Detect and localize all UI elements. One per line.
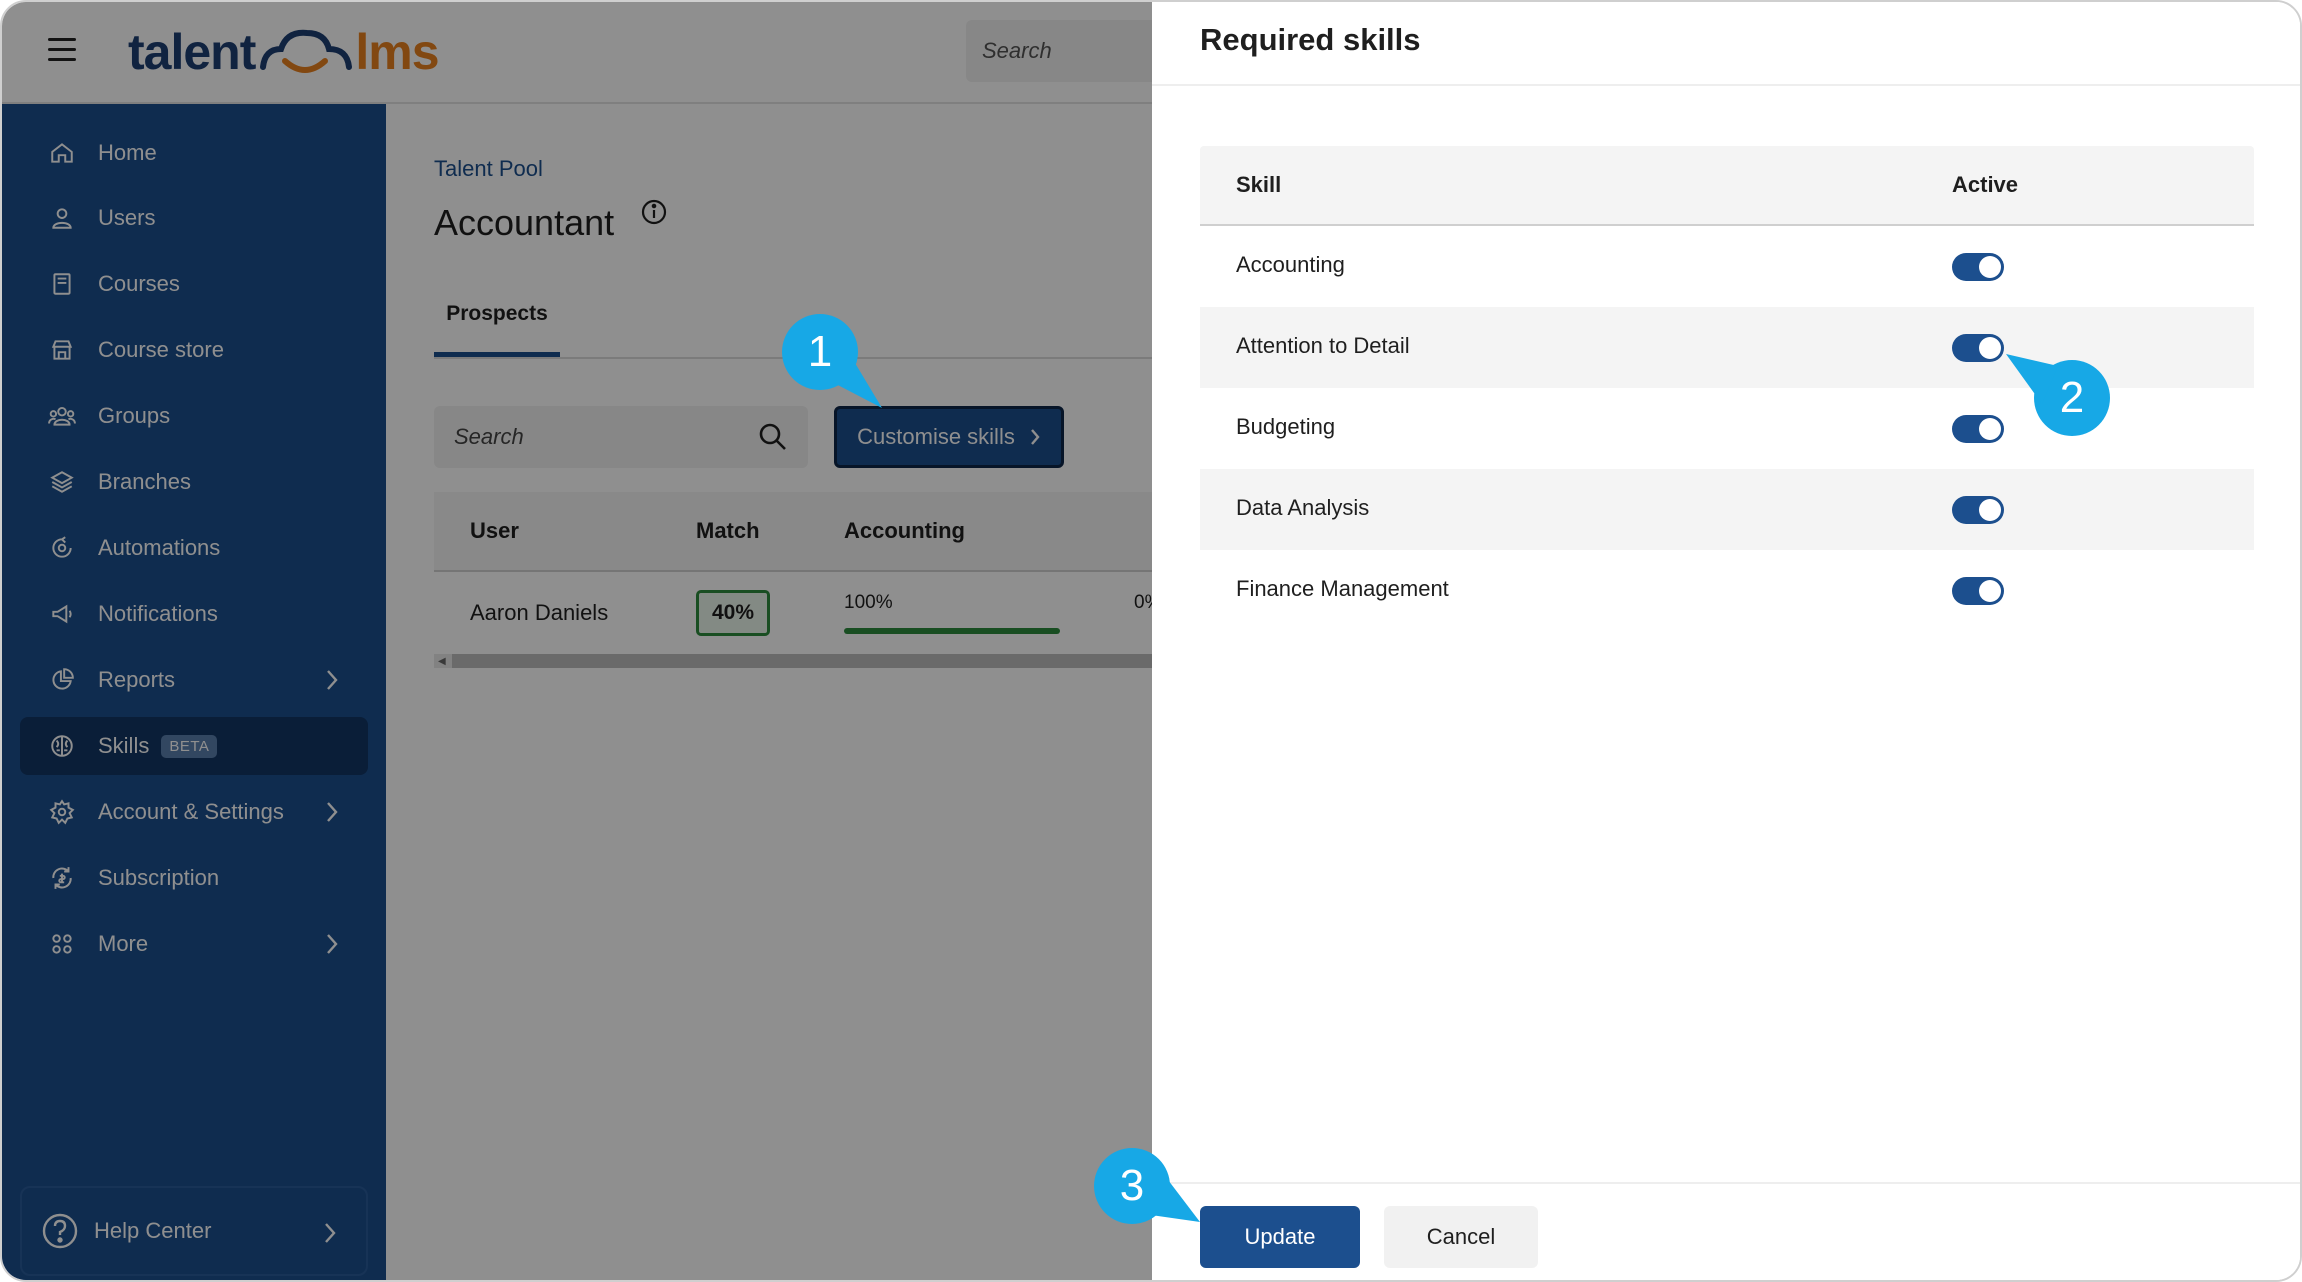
- active-toggle[interactable]: [1952, 334, 2004, 362]
- update-button[interactable]: Update: [1200, 1206, 1360, 1268]
- required-skills-drawer: Required skills Skill Active Accounting …: [1152, 2, 2300, 1280]
- active-toggle[interactable]: [1952, 253, 2004, 281]
- column-header-skill: Skill: [1236, 172, 1282, 197]
- modal-backdrop[interactable]: [2, 2, 1152, 1280]
- active-toggle[interactable]: [1952, 577, 2004, 605]
- skill-row: Data Analysis: [1200, 469, 2254, 550]
- active-toggle[interactable]: [1952, 415, 2004, 443]
- skill-row: Accounting: [1200, 226, 2254, 307]
- skill-name: Budgeting: [1236, 414, 1336, 439]
- cancel-button[interactable]: Cancel: [1384, 1206, 1538, 1268]
- app-window: talent lms Search Home Users Courses Cou…: [0, 0, 2302, 1282]
- skill-name: Accounting: [1236, 252, 1345, 277]
- skill-row: Finance Management: [1200, 550, 2254, 631]
- drawer-footer-divider: [1152, 1182, 2300, 1184]
- skills-table-header: Skill Active: [1200, 146, 2254, 226]
- column-header-active: Active: [1952, 172, 2019, 197]
- skill-name: Finance Management: [1236, 576, 1449, 601]
- skill-name: Data Analysis: [1236, 495, 1370, 520]
- skill-name: Attention to Detail: [1236, 333, 1410, 358]
- active-toggle[interactable]: [1952, 496, 2004, 524]
- drawer-title: Required skills: [1200, 22, 1421, 57]
- drawer-header-divider: [1152, 84, 2300, 86]
